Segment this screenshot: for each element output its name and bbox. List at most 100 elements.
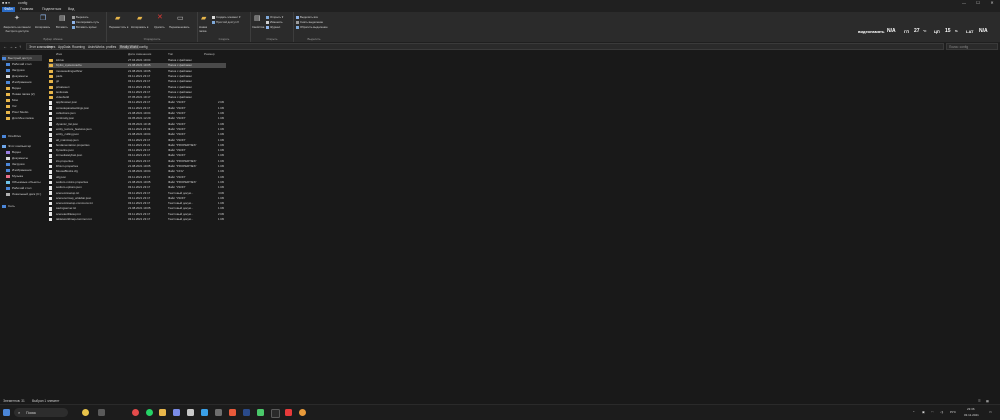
crumb-roaming[interactable]: Roaming: [72, 45, 85, 49]
file-row[interactable]: tabletworldmap-common.txt 03.11.2021 23:1…: [48, 217, 226, 222]
column-header-type[interactable]: Тип: [168, 52, 173, 56]
app-icon-8[interactable]: [271, 409, 280, 418]
folder-icon: [49, 74, 53, 79]
app-icon-7[interactable]: [257, 409, 264, 416]
pin-quick-access-button[interactable]: Закрепить на панели быстрого доступа: [1, 25, 33, 33]
move-to-button[interactable]: Переместить в: [109, 25, 128, 29]
crumb-config[interactable]: config: [139, 45, 148, 49]
select-none-icon: [296, 20, 299, 24]
cloud-icon: [2, 134, 6, 138]
shortcut-icon: [72, 25, 75, 29]
delete-button[interactable]: Удалить: [154, 25, 165, 29]
cut-button[interactable]: Вырезать: [72, 15, 88, 19]
nav-local-disk-c[interactable]: Локальный диск (C:): [6, 191, 41, 197]
clock-date[interactable]: 03.11.2021: [964, 413, 979, 417]
rename-button[interactable]: Переименовать: [169, 25, 190, 29]
column-header-size[interactable]: Размер: [204, 52, 215, 56]
properties-button[interactable]: Свойства: [252, 25, 264, 29]
copy-path-button[interactable]: Скопировать путь: [72, 20, 99, 24]
tab-share[interactable]: Поделиться: [40, 7, 63, 12]
folder-icon: [6, 104, 10, 108]
select-none-button[interactable]: Снять выделение: [296, 20, 323, 24]
notifications-icon[interactable]: ▭: [989, 410, 992, 414]
up-arrow-icon[interactable]: ↑: [19, 44, 21, 49]
keyboard-language[interactable]: РУС: [950, 410, 956, 414]
search-placeholder: Поиск: config: [949, 44, 969, 49]
app-icon-3[interactable]: [201, 409, 208, 416]
copy-to-button[interactable]: Копировать в: [131, 25, 148, 29]
star-icon: [2, 56, 6, 60]
edit-button[interactable]: Изменить: [266, 20, 283, 24]
app-icon-2[interactable]: [187, 409, 194, 416]
crumb-profiles[interactable]: profiles: [106, 45, 116, 49]
move-to-icon: ▰: [115, 15, 121, 22]
app-icon-10[interactable]: [299, 409, 306, 416]
copy-button[interactable]: Копировать: [35, 25, 50, 29]
gpu-memory-value: N/A: [887, 28, 896, 34]
tiles-view-icon[interactable]: ▦: [986, 399, 989, 403]
details-view-icon[interactable]: ☰: [978, 399, 981, 403]
taskbar-search-box[interactable]: ⌕ Поиск: [14, 408, 68, 417]
file-icon: [49, 201, 52, 206]
app-icon-9[interactable]: [285, 409, 292, 416]
copy-to-icon: ▰: [137, 15, 143, 22]
invert-selection-button[interactable]: Обратить выделение: [296, 25, 328, 29]
paste-shortcut-button[interactable]: Вставить ярлык: [72, 25, 96, 29]
app-icon-1[interactable]: [173, 409, 180, 416]
search-input[interactable]: Поиск: config: [946, 43, 998, 50]
crumb-appdata[interactable]: AppData: [58, 45, 70, 49]
file-explorer-icon[interactable]: [159, 409, 166, 416]
app-icon-6[interactable]: [243, 409, 250, 416]
file-icon: [49, 196, 52, 201]
folder-icon: [49, 80, 53, 84]
cpu-label: ЦП: [934, 29, 940, 34]
app-icon-5[interactable]: [229, 409, 236, 416]
copilot-icon[interactable]: [82, 409, 89, 416]
document-icon: [6, 74, 10, 78]
address-bar[interactable]: Этот компьютер Users AppData Roaming Ast…: [26, 43, 944, 50]
back-arrow-icon[interactable]: ←: [3, 44, 7, 49]
forward-arrow-icon[interactable]: →: [9, 44, 13, 49]
nav-network[interactable]: Сеть: [2, 203, 15, 209]
crumb-profile[interactable]: Really World: [119, 44, 140, 49]
task-view-icon[interactable]: [98, 409, 105, 416]
selection-count: Выбран 1 элемент: [32, 399, 60, 403]
group-label-new: Создать: [218, 37, 230, 41]
new-item-button[interactable]: Создать элемент ▾: [212, 15, 240, 19]
tab-view[interactable]: Вид: [66, 7, 76, 12]
clock-time[interactable]: 23:36: [967, 407, 975, 411]
column-header-date[interactable]: Дата изменения: [128, 52, 151, 56]
wifi-icon[interactable]: ◠: [931, 410, 934, 414]
download-icon: [6, 162, 10, 166]
nav-folder-for-me[interactable]: Для Мен папка: [6, 115, 34, 121]
open-button[interactable]: Открыть ▾: [266, 15, 283, 19]
nav-onedrive[interactable]: OneDrive: [2, 133, 21, 139]
select-all-button[interactable]: Выделить все: [296, 15, 318, 19]
tab-home[interactable]: Главная: [18, 7, 35, 12]
whatsapp-icon[interactable]: [146, 409, 153, 416]
video-icon: [6, 150, 10, 154]
crumb-app[interactable]: AstroWorks: [88, 45, 104, 49]
folder-icon: [49, 64, 53, 68]
file-icon: [49, 106, 52, 111]
column-header-name[interactable]: Имя: [56, 52, 62, 56]
drive-icon: [6, 192, 10, 196]
tray-app-icon[interactable]: ▣: [922, 410, 925, 414]
tab-file[interactable]: Файл: [2, 6, 15, 12]
tray-chevron-icon[interactable]: ^: [913, 410, 914, 414]
volume-icon[interactable]: ◁): [940, 410, 943, 414]
crumb-users[interactable]: Users: [47, 45, 55, 49]
new-folder-button[interactable]: Новая папка: [199, 25, 209, 33]
easy-access-button[interactable]: Простой доступ ▾: [212, 20, 239, 24]
new-item-icon: [212, 15, 215, 19]
yandex-browser-icon[interactable]: [132, 409, 139, 416]
app-icon-4[interactable]: [215, 409, 222, 416]
history-icon: [266, 25, 269, 29]
gpu-temp-label: ГП: [904, 29, 910, 34]
file-icon: [49, 148, 52, 153]
recent-chevron-icon[interactable]: ⌄: [14, 44, 17, 49]
history-button[interactable]: Журнал: [266, 25, 280, 29]
folder-icon: [6, 98, 10, 102]
windows-start-icon[interactable]: [3, 409, 10, 416]
paste-button[interactable]: Вставить: [56, 25, 68, 29]
